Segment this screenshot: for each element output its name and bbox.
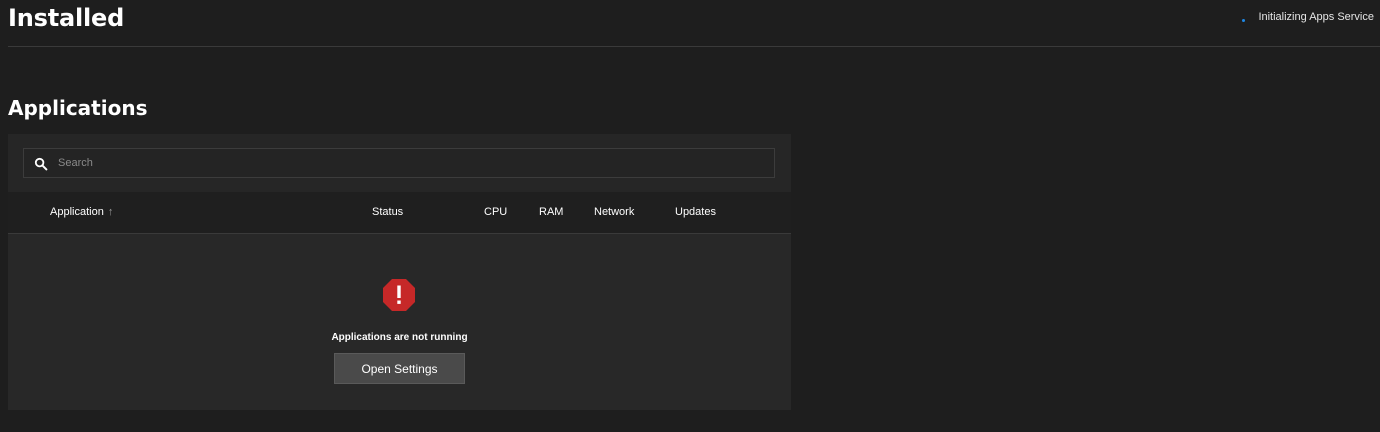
- apps-service-status: Initializing Apps Service: [1242, 11, 1374, 23]
- column-header-cpu[interactable]: CPU: [484, 206, 507, 218]
- page-title: Installed: [8, 4, 125, 32]
- open-settings-button[interactable]: Open Settings: [334, 353, 465, 384]
- empty-state-message: Applications are not running: [331, 332, 468, 343]
- sort-ascending-icon: ↑: [107, 206, 114, 218]
- column-header-network[interactable]: Network: [594, 206, 634, 218]
- search-area: [8, 134, 791, 192]
- search-box[interactable]: [23, 148, 775, 178]
- section-title: Applications: [8, 96, 148, 120]
- column-header-application[interactable]: Application ↑: [50, 206, 113, 218]
- service-status-text: Initializing Apps Service: [1258, 11, 1374, 23]
- search-input[interactable]: [58, 149, 758, 177]
- loading-spinner-icon: [1242, 19, 1246, 23]
- search-icon: [34, 157, 48, 171]
- error-octagon-icon: [383, 279, 415, 311]
- column-header-status[interactable]: Status: [372, 206, 403, 218]
- applications-card: Application↑ Status CPU RAM Network Upda…: [8, 134, 791, 410]
- column-header-ram[interactable]: RAM: [539, 206, 563, 218]
- empty-state: Applications are not running Open Settin…: [8, 234, 791, 410]
- table-header: Application ↑ Status CPU RAM Network Upda…: [8, 192, 791, 234]
- page-header: Installed Initializing Apps Service: [8, 0, 1380, 47]
- installed-apps-page: Installed Initializing Apps Service Appl…: [0, 0, 1380, 432]
- header-divider: [8, 46, 1380, 47]
- column-label-application: Application: [50, 206, 104, 218]
- column-header-updates[interactable]: Updates: [675, 206, 716, 218]
